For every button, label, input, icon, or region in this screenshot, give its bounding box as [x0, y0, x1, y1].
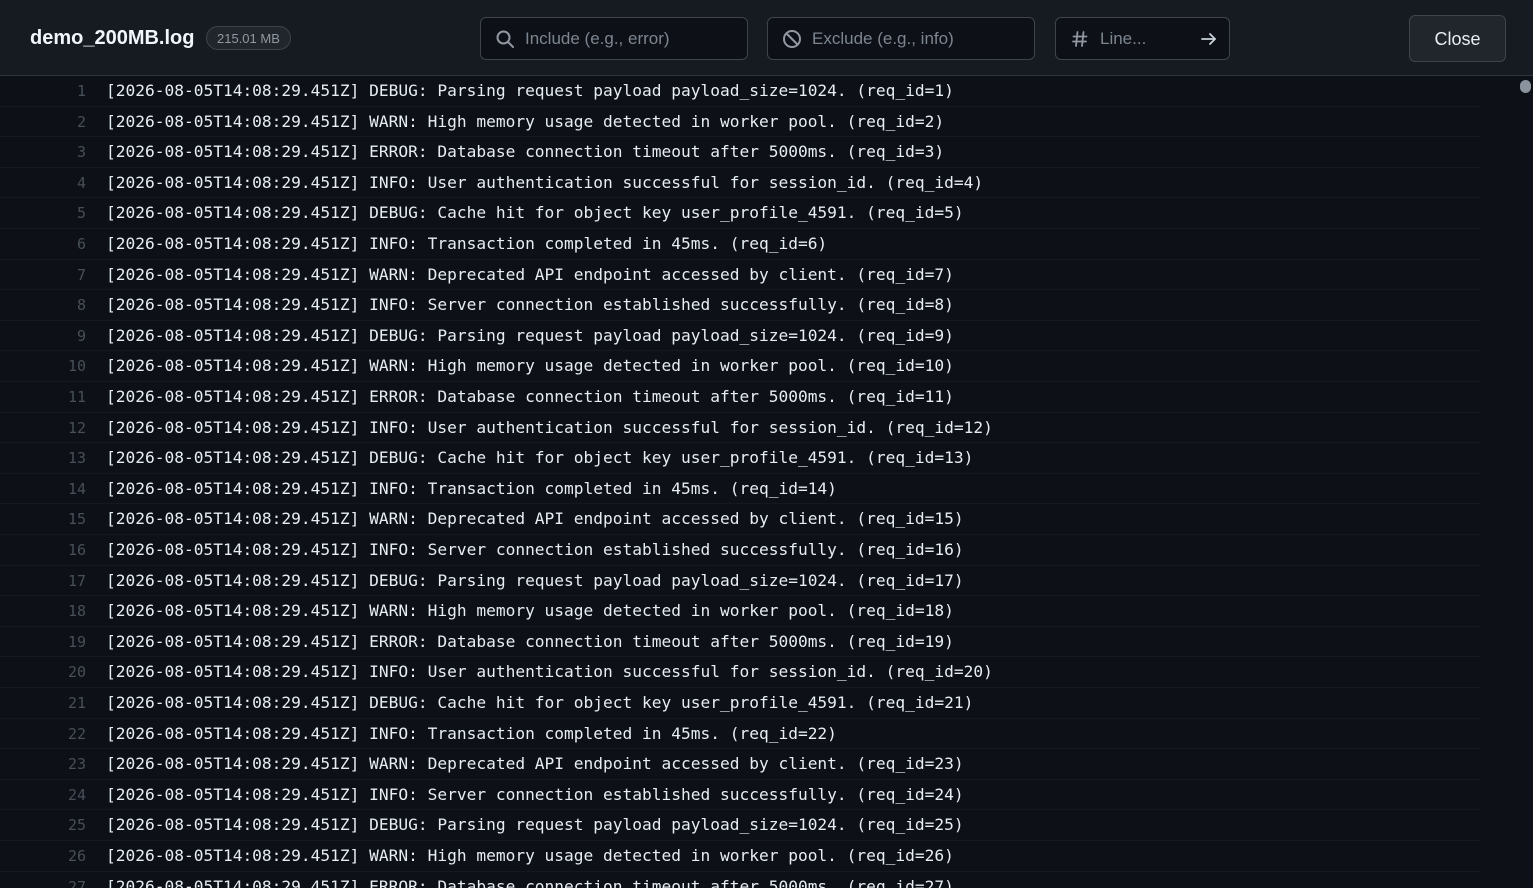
- line-number: 26: [67, 847, 86, 865]
- log-line-text: [2026-08-05T14:08:29.451Z] WARN: Depreca…: [106, 509, 964, 529]
- log-line-text: [2026-08-05T14:08:29.451Z] DEBUG: Cache …: [106, 203, 964, 223]
- log-line: 8 [2026-08-05T14:08:29.451Z] INFO: Server…: [0, 290, 1480, 321]
- log-line-text: [2026-08-05T14:08:29.451Z] ERROR: Databa…: [106, 142, 945, 162]
- line-number: 8: [76, 296, 86, 315]
- line-number: 20: [67, 663, 86, 682]
- log-line: 4 [2026-08-05T14:08:29.451Z] INFO: User a…: [0, 168, 1480, 199]
- log-line: 10 [2026-08-05T14:08:29.451Z] WARN: High …: [0, 351, 1480, 382]
- log-line-text: [2026-08-05T14:08:29.451Z] WARN: Depreca…: [106, 754, 964, 774]
- line-number: 25: [67, 816, 86, 835]
- line-number: 3: [76, 143, 86, 162]
- search-icon: [495, 29, 515, 49]
- log-line: 17 [2026-08-05T14:08:29.451Z] DEBUG: Pars…: [0, 566, 1480, 597]
- log-line: 2 [2026-08-05T14:08:29.451Z] WARN: High m…: [0, 107, 1480, 138]
- line-number: 12: [67, 418, 86, 437]
- log-line: 3 [2026-08-05T14:08:29.451Z] ERROR: Datab…: [0, 137, 1480, 168]
- include-filter-field[interactable]: [480, 17, 748, 60]
- log-line: 11 [2026-08-05T14:08:29.451Z] ERROR: Data…: [0, 382, 1480, 413]
- line-number: 10: [67, 357, 86, 376]
- line-number: 11: [67, 388, 86, 406]
- log-line-text: [2026-08-05T14:08:29.451Z] DEBUG: Parsin…: [106, 325, 954, 345]
- log-line-text: [2026-08-05T14:08:29.451Z] ERROR: Databa…: [106, 876, 954, 888]
- log-line: 19 [2026-08-05T14:08:29.451Z] ERROR: Data…: [0, 627, 1480, 658]
- log-line-text: [2026-08-05T14:08:29.451Z] INFO: Server …: [106, 295, 954, 315]
- log-line-text: [2026-08-05T14:08:29.451Z] WARN: High me…: [106, 111, 945, 131]
- log-viewer-window: demo_200MB.log 215.01 MB Include (e.g., …: [0, 0, 1533, 888]
- exclude-filter-field[interactable]: [767, 17, 1035, 60]
- log-line: 24 [2026-08-05T14:08:29.451Z] INFO: Serve…: [0, 780, 1480, 811]
- log-line: 9 [2026-08-05T14:08:29.451Z] DEBUG: Parsi…: [0, 321, 1480, 352]
- block-icon: [782, 29, 802, 49]
- file-name: demo_200MB.log: [30, 27, 195, 49]
- line-number: 7: [76, 265, 86, 284]
- log-line: 16 [2026-08-05T14:08:29.451Z] INFO: Serve…: [0, 535, 1480, 566]
- close-button[interactable]: Close: [1409, 15, 1506, 62]
- line-number: 15: [67, 510, 86, 529]
- line-number: 23: [67, 755, 86, 774]
- log-line: 27 [2026-08-05T14:08:29.451Z] ERROR: Data…: [0, 872, 1480, 888]
- log-line-text: [2026-08-05T14:08:29.451Z] DEBUG: Cache …: [106, 448, 974, 468]
- log-line-text: [2026-08-05T14:08:29.451Z] INFO: User au…: [106, 662, 993, 682]
- log-line-text: [2026-08-05T14:08:29.451Z] WARN: High me…: [106, 846, 954, 865]
- log-line: 13 [2026-08-05T14:08:29.451Z] DEBUG: Cach…: [0, 443, 1480, 474]
- log-line-text: [2026-08-05T14:08:29.451Z] DEBUG: Parsin…: [106, 81, 954, 100]
- scrollbar-thumb[interactable]: [1520, 80, 1531, 93]
- line-number: 21: [67, 694, 86, 712]
- line-number: 22: [67, 724, 86, 743]
- line-number: 1: [76, 82, 86, 100]
- go-to-line-input[interactable]: [1100, 18, 1190, 59]
- go-to-line-field[interactable]: [1055, 17, 1230, 60]
- line-number: 27: [67, 877, 86, 888]
- log-line: 18 [2026-08-05T14:08:29.451Z] WARN: High …: [0, 596, 1480, 627]
- line-number: 18: [67, 602, 86, 621]
- log-line-text: [2026-08-05T14:08:29.451Z] INFO: User au…: [106, 172, 984, 192]
- log-line-text: [2026-08-05T14:08:29.451Z] WARN: High me…: [106, 601, 954, 621]
- log-line: 22 [2026-08-05T14:08:29.451Z] INFO: Trans…: [0, 719, 1480, 750]
- log-line: 15 [2026-08-05T14:08:29.451Z] WARN: Depre…: [0, 504, 1480, 535]
- log-line: 14 [2026-08-05T14:08:29.451Z] INFO: Trans…: [0, 474, 1480, 505]
- line-number: 4: [76, 173, 86, 192]
- line-number: 14: [67, 479, 86, 498]
- line-number: 2: [76, 112, 86, 131]
- log-line: 5 [2026-08-05T14:08:29.451Z] DEBUG: Cache…: [0, 198, 1480, 229]
- exclude-filter-input[interactable]: [812, 18, 1022, 59]
- log-line-text: [2026-08-05T14:08:29.451Z] DEBUG: Cache …: [106, 693, 974, 712]
- file-size-badge: 215.01 MB: [206, 26, 291, 50]
- log-line-text: [2026-08-05T14:08:29.451Z] ERROR: Databa…: [106, 631, 954, 651]
- log-line: 25 [2026-08-05T14:08:29.451Z] DEBUG: Pars…: [0, 810, 1480, 841]
- line-number: 24: [67, 785, 86, 804]
- log-line-text: [2026-08-05T14:08:29.451Z] DEBUG: Parsin…: [106, 570, 964, 590]
- line-number: 17: [67, 571, 86, 590]
- arrow-right-icon[interactable]: [1199, 29, 1219, 49]
- log-line: 26 [2026-08-05T14:08:29.451Z] WARN: High …: [0, 841, 1480, 872]
- vertical-scrollbar[interactable]: [1517, 76, 1533, 888]
- log-line: 7 [2026-08-05T14:08:29.451Z] WARN: Deprec…: [0, 260, 1480, 291]
- line-number: 5: [76, 204, 86, 223]
- include-filter-input[interactable]: [525, 18, 735, 59]
- log-line-text: [2026-08-05T14:08:29.451Z] INFO: Server …: [106, 784, 964, 804]
- log-line: 1 [2026-08-05T14:08:29.451Z] DEBUG: Parsi…: [0, 76, 1480, 107]
- log-line: 20 [2026-08-05T14:08:29.451Z] INFO: User …: [0, 657, 1480, 688]
- log-line: 23 [2026-08-05T14:08:29.451Z] WARN: Depre…: [0, 749, 1480, 780]
- line-number: 16: [67, 541, 86, 559]
- log-content[interactable]: 1 [2026-08-05T14:08:29.451Z] DEBUG: Parsi…: [0, 76, 1517, 888]
- hash-icon: [1070, 29, 1090, 49]
- toolbar: demo_200MB.log 215.01 MB Include (e.g., …: [0, 0, 1533, 76]
- log-line-text: [2026-08-05T14:08:29.451Z] WARN: Depreca…: [106, 264, 954, 284]
- log-line-text: [2026-08-05T14:08:29.451Z] DEBUG: Parsin…: [106, 815, 964, 835]
- log-line: 6 [2026-08-05T14:08:29.451Z] INFO: Transa…: [0, 229, 1480, 260]
- log-line: 12 [2026-08-05T14:08:29.451Z] INFO: User …: [0, 413, 1480, 444]
- line-number: 13: [67, 449, 86, 468]
- line-number: 9: [76, 326, 86, 345]
- log-line-text: [2026-08-05T14:08:29.451Z] WARN: High me…: [106, 356, 954, 376]
- log-line-text: [2026-08-05T14:08:29.451Z] INFO: Transac…: [106, 478, 837, 498]
- log-line-text: [2026-08-05T14:08:29.451Z] INFO: Transac…: [106, 723, 837, 743]
- log-line-text: [2026-08-05T14:08:29.451Z] ERROR: Databa…: [106, 387, 954, 406]
- log-line-text: [2026-08-05T14:08:29.451Z] INFO: Server …: [106, 540, 964, 559]
- line-number: 19: [67, 632, 86, 651]
- log-line-text: [2026-08-05T14:08:29.451Z] INFO: User au…: [106, 417, 993, 437]
- line-number: 6: [76, 235, 86, 253]
- log-line: 21 [2026-08-05T14:08:29.451Z] DEBUG: Cach…: [0, 688, 1480, 719]
- log-line-text: [2026-08-05T14:08:29.451Z] INFO: Transac…: [106, 234, 828, 253]
